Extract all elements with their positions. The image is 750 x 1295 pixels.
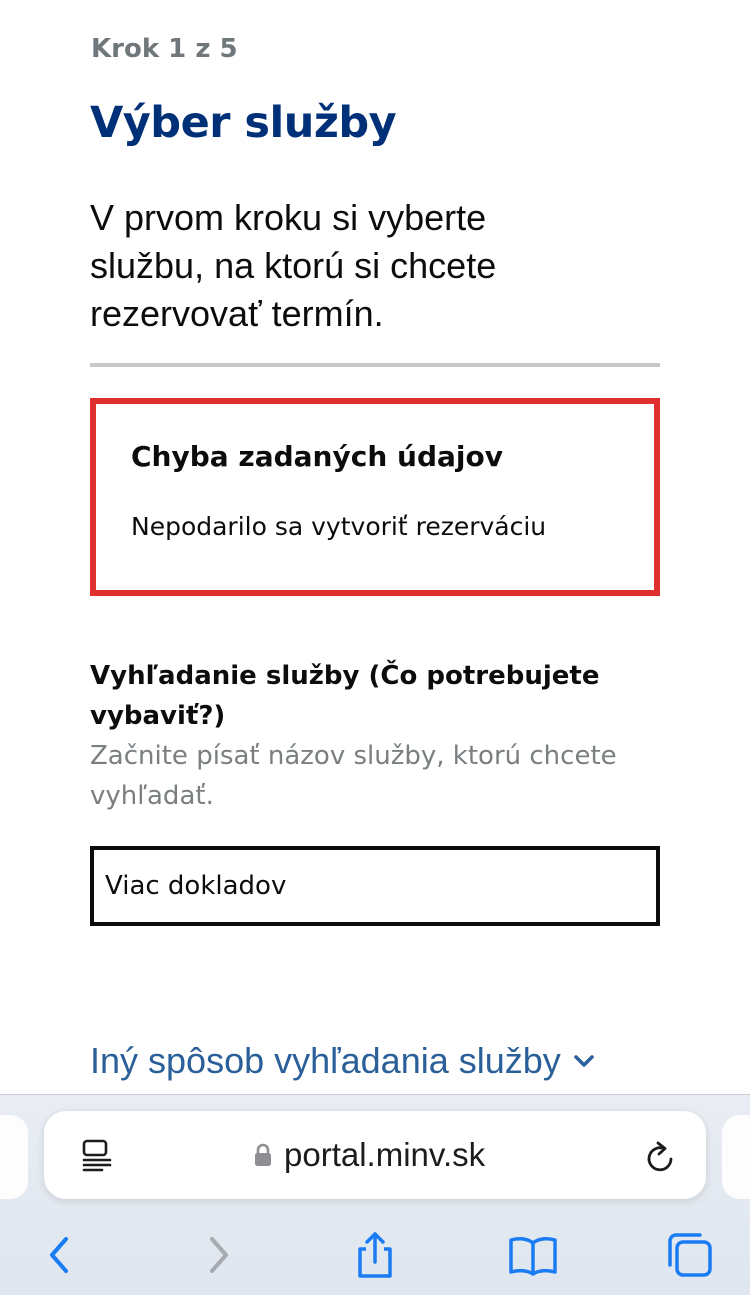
error-summary: Chyba zadaných údajov Nepodarilo sa vytv…: [90, 398, 660, 596]
reload-icon[interactable]: [644, 1139, 678, 1175]
back-icon[interactable]: [34, 1229, 86, 1281]
url-display[interactable]: portal.minv.sk: [254, 1135, 485, 1175]
step-indicator: Krok 1 z 5: [91, 34, 238, 64]
bottom-toolbar: [0, 1215, 750, 1295]
search-hint: Začnite písať názov služby, ktorú chcete…: [90, 741, 617, 811]
lock-icon: [255, 1143, 271, 1166]
address-bar[interactable]: portal.minv.sk: [44, 1111, 706, 1199]
next-tab-edge[interactable]: [722, 1115, 750, 1199]
url-text: portal.minv.sk: [284, 1136, 486, 1173]
tabs-icon[interactable]: [664, 1229, 716, 1281]
previous-tab-edge[interactable]: [0, 1115, 28, 1199]
share-icon[interactable]: [349, 1229, 401, 1281]
chevron-down-icon: [574, 1055, 594, 1067]
forward-icon[interactable]: [192, 1229, 244, 1281]
error-message: Nepodarilo sa vytvoriť rezerváciu: [131, 512, 547, 541]
page-title: Výber služby: [90, 98, 397, 148]
other-search-method-link[interactable]: Iný spôsob vyhľadania služby: [90, 1040, 595, 1082]
section-divider: [90, 363, 660, 367]
search-input[interactable]: Viac dokladov: [90, 846, 660, 926]
other-search-method-label: Iný spôsob vyhľadania služby: [90, 1040, 561, 1081]
reader-icon[interactable]: [80, 1139, 114, 1173]
lead-text: V prvom kroku si vyberte službu, na ktor…: [90, 197, 497, 334]
error-title: Chyba zadaných údajov: [131, 440, 503, 473]
bookmarks-icon[interactable]: [507, 1229, 559, 1281]
page-content: Krok 1 z 5 Výber služby V prvom kroku si…: [0, 0, 750, 1094]
search-label: Vyhľadanie služby (Čo potrebujete vybavi…: [90, 661, 600, 731]
browser-toolbar: portal.minv.sk: [0, 1094, 750, 1295]
